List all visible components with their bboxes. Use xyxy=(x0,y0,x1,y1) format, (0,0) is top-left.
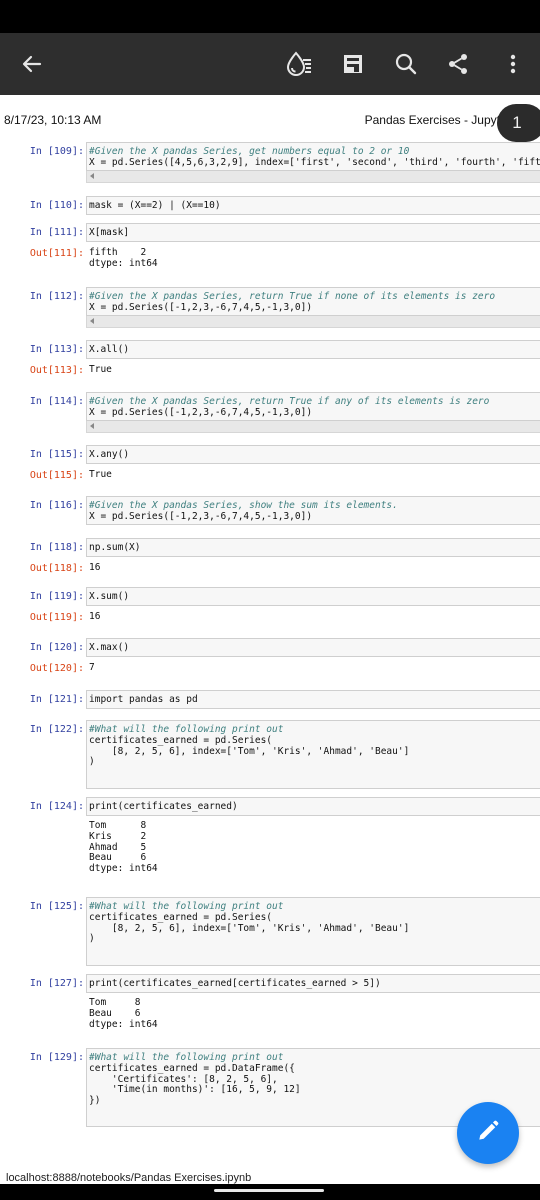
cell-input[interactable]: np.sum(X) xyxy=(86,538,540,557)
output-text: fifth 2 dtype: int64 xyxy=(89,247,158,269)
output-prompt: Out[115]: xyxy=(29,470,84,481)
output-prompt: Out[118]: xyxy=(29,563,84,574)
output-text: 16 xyxy=(89,562,101,573)
input-prompt: In [129]: xyxy=(29,1052,84,1063)
input-prompt: In [121]: xyxy=(29,694,84,705)
cell-input[interactable]: import pandas as pd xyxy=(86,690,540,709)
code-line: print(certificates_earned[certificates_e… xyxy=(89,978,381,989)
cell-input[interactable]: print(certificates_earned[certificates_e… xyxy=(86,974,540,993)
scroll-left-icon[interactable] xyxy=(90,173,94,179)
code-comment: #Given the X pandas Series, get numbers … xyxy=(89,146,410,157)
code-block: certificates_earned = pd.DataFrame({ 'Ce… xyxy=(89,1062,301,1107)
output-prompt: Out[113]: xyxy=(29,365,84,376)
cell-input[interactable]: X.sum() xyxy=(86,587,540,606)
code-line: X[mask] xyxy=(89,227,130,238)
cell-input[interactable]: X[mask] xyxy=(86,223,540,242)
input-prompt: In [127]: xyxy=(29,978,84,989)
input-prompt: In [115]: xyxy=(29,449,84,460)
input-prompt: In [120]: xyxy=(29,642,84,653)
edit-button[interactable] xyxy=(457,1102,519,1164)
input-prompt: In [118]: xyxy=(29,542,84,553)
cell-input[interactable]: #What will the following print out certi… xyxy=(86,720,540,789)
code-comment: #What will the following print out xyxy=(89,724,284,735)
output-text: 7 xyxy=(89,662,95,673)
horizontal-scrollbar[interactable] xyxy=(86,316,540,328)
page-footer-url: localhost:8888/notebooks/Pandas Exercise… xyxy=(6,1172,252,1184)
code-comment: #What will the following print out xyxy=(89,1052,284,1063)
input-prompt: In [113]: xyxy=(29,344,84,355)
cell-input[interactable]: #Given the X pandas Series, show the sum… xyxy=(86,496,540,525)
input-prompt: In [125]: xyxy=(29,901,84,912)
input-prompt: In [122]: xyxy=(29,724,84,735)
code-line: X.max() xyxy=(89,642,130,653)
notebook: In [109]: #Given the X pandas Series, ge… xyxy=(0,0,540,1200)
output-prompt: Out[119]: xyxy=(29,612,84,623)
gesture-handle[interactable] xyxy=(214,1189,324,1192)
cell-input[interactable]: X.any() xyxy=(86,445,540,464)
input-prompt: In [112]: xyxy=(29,291,84,302)
code-line: X.sum() xyxy=(89,591,130,602)
code-comment: #Given the X pandas Series, return True … xyxy=(89,396,490,407)
output-text: 16 xyxy=(89,611,101,622)
cell-input[interactable]: X.all() xyxy=(86,340,540,359)
cell-input[interactable]: #Given the X pandas Series, return True … xyxy=(86,392,540,421)
cell-input[interactable]: X.max() xyxy=(86,638,540,657)
input-prompt: In [111]: xyxy=(29,227,84,238)
output-text: Tom 8 Beau 6 dtype: int64 xyxy=(89,997,158,1030)
code-line: print(certificates_earned) xyxy=(89,801,238,812)
code-line: X = pd.Series([-1,2,3,-6,7,4,5,-1,3,0]) xyxy=(89,510,313,522)
navigation-bar xyxy=(0,1184,540,1200)
code-line: X = pd.Series([-1,2,3,-6,7,4,5,-1,3,0]) xyxy=(89,406,313,418)
cell-input[interactable]: #Given the X pandas Series, return True … xyxy=(86,287,540,316)
output-prompt: Out[111]: xyxy=(29,248,84,259)
input-prompt: In [124]: xyxy=(29,801,84,812)
cell-input[interactable]: #What will the following print out certi… xyxy=(86,897,540,966)
code-line: X.any() xyxy=(89,449,130,460)
horizontal-scrollbar[interactable] xyxy=(86,171,540,183)
code-comment: #What will the following print out xyxy=(89,901,284,912)
scroll-left-icon[interactable] xyxy=(90,318,94,324)
output-text: Tom 8 Kris 2 Ahmad 5 Beau 6 dtype: int64 xyxy=(89,820,158,875)
output-text: True xyxy=(89,469,112,480)
input-prompt: In [109]: xyxy=(29,146,84,157)
input-prompt: In [114]: xyxy=(29,396,84,407)
pencil-icon xyxy=(475,1118,501,1149)
code-line: mask = (X==2) | (X==10) xyxy=(89,200,221,211)
cell-input[interactable]: print(certificates_earned) xyxy=(86,797,540,816)
code-block: certificates_earned = pd.Series( [8, 2, … xyxy=(89,911,410,945)
scroll-left-icon[interactable] xyxy=(90,423,94,429)
cell-input[interactable]: mask = (X==2) | (X==10) xyxy=(86,196,540,215)
output-text: True xyxy=(89,364,112,375)
code-comment: #Given the X pandas Series, show the sum… xyxy=(89,500,398,511)
code-line: X.all() xyxy=(89,344,130,355)
code-block: certificates_earned = pd.Series( [8, 2, … xyxy=(89,734,410,768)
code-comment: #Given the X pandas Series, return True … xyxy=(89,291,496,302)
code-line: X = pd.Series([4,5,6,3,2,9], index=['fir… xyxy=(89,156,540,168)
cell-input[interactable]: #Given the X pandas Series, get numbers … xyxy=(86,142,540,171)
code-line: np.sum(X) xyxy=(89,542,141,553)
output-prompt: Out[120]: xyxy=(29,663,84,674)
input-prompt: In [110]: xyxy=(29,200,84,211)
horizontal-scrollbar[interactable] xyxy=(86,421,540,433)
input-prompt: In [119]: xyxy=(29,591,84,602)
input-prompt: In [116]: xyxy=(29,500,84,511)
code-line: import pandas as pd xyxy=(89,694,198,705)
code-line: X = pd.Series([-1,2,3,-6,7,4,5,-1,3,0]) xyxy=(89,301,313,313)
